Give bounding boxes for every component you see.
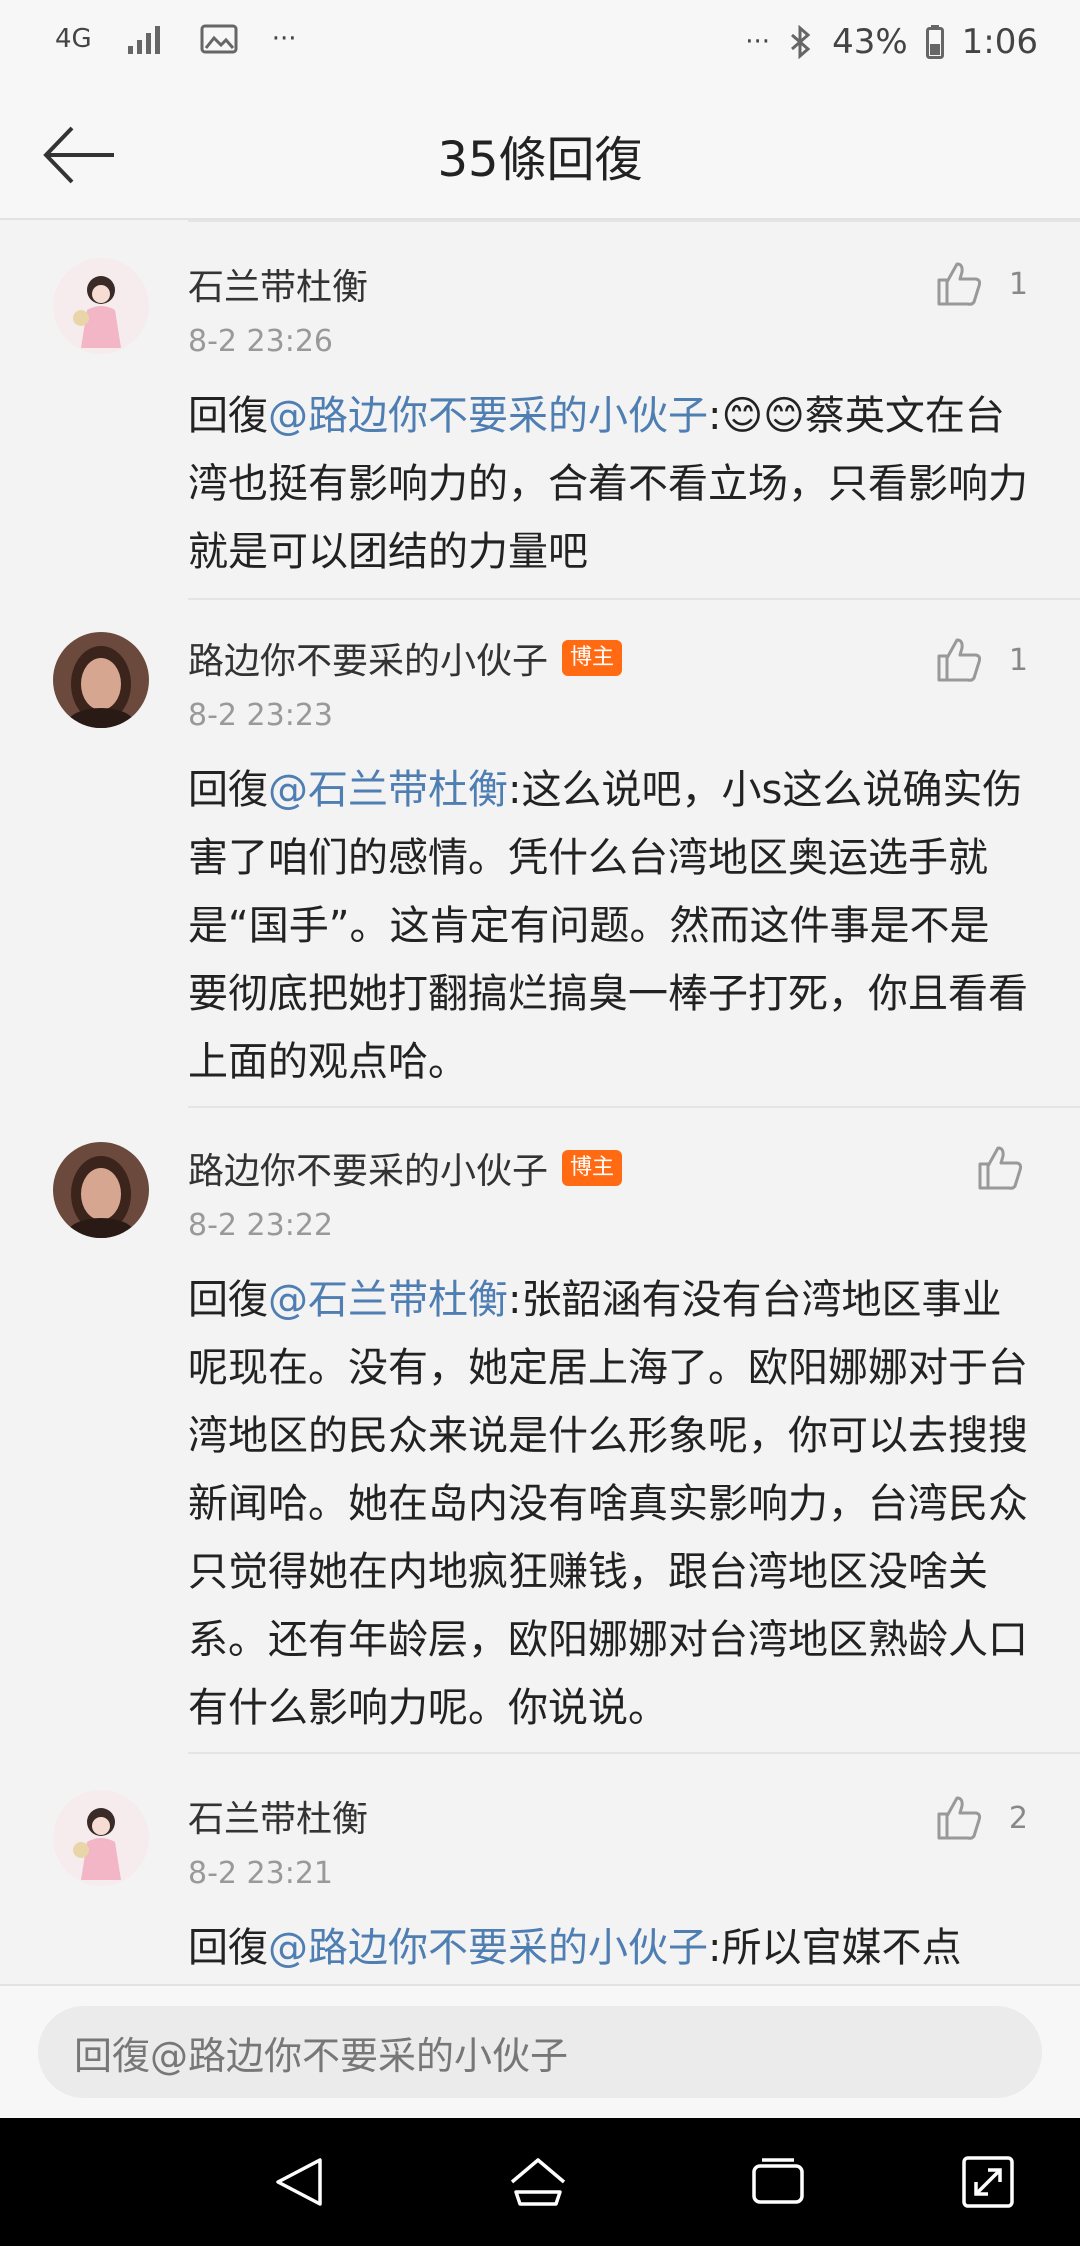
- status-more-right: ···: [745, 27, 771, 57]
- page-title: 35條回復: [437, 132, 643, 188]
- reply-prefix: 回復: [188, 767, 268, 813]
- reply-list[interactable]: 石兰带杜衡 8-2 23:26 1 回復@路边你不要采的小伙子:😊😊蔡英文在台湾…: [0, 220, 1080, 1984]
- like-thumb-icon: [978, 1146, 1023, 1190]
- comment-time: 8-2 23:26: [188, 324, 333, 359]
- reply-bar: 回復@路边你不要采的小伙子: [0, 1984, 1080, 2120]
- avatar[interactable]: [53, 1790, 149, 1886]
- reply-prefix: 回復: [188, 1925, 268, 1971]
- author-badge: 博主: [562, 1150, 623, 1186]
- mention-link[interactable]: @石兰带杜衡: [268, 1277, 508, 1323]
- divider: [188, 598, 1080, 600]
- comment-text: :张韶涵有没有台湾地区事业呢现在。没有，她定居上海了。欧阳娜娜对于台湾地区的民众…: [188, 1277, 1028, 1731]
- comment-author[interactable]: 路边你不要采的小伙子 博主: [188, 632, 623, 684]
- like-button[interactable]: 1: [935, 636, 1028, 684]
- divider: [188, 1752, 1080, 1754]
- mention-link[interactable]: @路边你不要采的小伙子: [268, 1925, 708, 1971]
- like-count: 2: [1008, 1800, 1028, 1836]
- avatar[interactable]: [53, 1142, 149, 1238]
- nav-recents-icon: [752, 2158, 804, 2204]
- like-thumb-icon: [937, 638, 981, 682]
- comment-text: :这么说吧，小s这么说确实伤害了咱们的感情。凭什么台湾地区奥运选手就是“国手”。…: [188, 767, 1028, 1085]
- mention-link[interactable]: @路边你不要采的小伙子: [268, 393, 708, 439]
- mention-link[interactable]: @石兰带杜衡: [268, 767, 508, 813]
- like-thumb-icon: [937, 1796, 981, 1840]
- like-button[interactable]: 2: [935, 1794, 1028, 1842]
- avatar[interactable]: [53, 258, 149, 354]
- status-more: ···: [271, 24, 297, 54]
- like-button[interactable]: 1: [935, 260, 1028, 308]
- image-icon: [200, 24, 238, 54]
- clock: 1:06: [961, 22, 1038, 62]
- like-count: 1: [1008, 642, 1028, 678]
- battery-icon: [925, 25, 944, 59]
- like-thumb-icon: [937, 262, 981, 306]
- app-header: 35條回復: [0, 90, 1080, 220]
- author-badge: 博主: [562, 640, 623, 676]
- comment-time: 8-2 23:23: [188, 698, 333, 733]
- comment-body: 回復@路边你不要采的小伙子:😊😊蔡英文在台湾也挺有影响力的，合着不看立场，只看影…: [188, 382, 1028, 586]
- nav-recents-button[interactable]: [748, 2154, 808, 2210]
- battery-percent: 43%: [832, 22, 908, 62]
- network-type: 4G: [55, 24, 92, 54]
- system-nav-bar: [0, 2118, 1080, 2246]
- nav-expand-icon: [962, 2156, 1014, 2208]
- nav-home-icon: [510, 2158, 566, 2206]
- divider: [188, 1106, 1080, 1108]
- status-bar: 4G ··· ··· 43% 1:06: [0, 0, 1080, 90]
- like-button[interactable]: [976, 1144, 1024, 1192]
- nav-home-button[interactable]: [508, 2154, 568, 2210]
- author-name[interactable]: 路边你不要采的小伙子: [188, 632, 548, 684]
- comment-author[interactable]: 石兰带杜衡: [188, 258, 368, 310]
- comment-text: :所以官媒不点: [708, 1925, 962, 1971]
- reply-input[interactable]: 回復@路边你不要采的小伙子: [38, 2006, 1042, 2098]
- like-count: 1: [1008, 266, 1028, 302]
- author-name[interactable]: 石兰带杜衡: [188, 1790, 368, 1842]
- author-name[interactable]: 石兰带杜衡: [188, 258, 368, 310]
- divider: [188, 220, 1080, 222]
- bluetooth-icon: [788, 25, 814, 59]
- author-name[interactable]: 路边你不要采的小伙子: [188, 1142, 548, 1194]
- comment-author[interactable]: 路边你不要采的小伙子 博主: [188, 1142, 623, 1194]
- comment-body: 回復@石兰带杜衡:这么说吧，小s这么说确实伤害了咱们的感情。凭什么台湾地区奥运选…: [188, 756, 1028, 1096]
- avatar[interactable]: [53, 632, 149, 728]
- comment-author[interactable]: 石兰带杜衡: [188, 1790, 368, 1842]
- comment-body: 回復@石兰带杜衡:张韶涵有没有台湾地区事业呢现在。没有，她定居上海了。欧阳娜娜对…: [188, 1266, 1028, 1742]
- comment-time: 8-2 23:21: [188, 1856, 333, 1891]
- nav-back-icon: [276, 2158, 322, 2206]
- reply-prefix: 回復: [188, 393, 268, 439]
- comment-body: 回復@路边你不要采的小伙子:所以官媒不点: [188, 1914, 1028, 1982]
- signal-icon: [126, 22, 166, 56]
- nav-expand-button[interactable]: [958, 2154, 1018, 2210]
- comment-time: 8-2 23:22: [188, 1208, 333, 1243]
- nav-back-button[interactable]: [270, 2154, 330, 2210]
- reply-prefix: 回復: [188, 1277, 268, 1323]
